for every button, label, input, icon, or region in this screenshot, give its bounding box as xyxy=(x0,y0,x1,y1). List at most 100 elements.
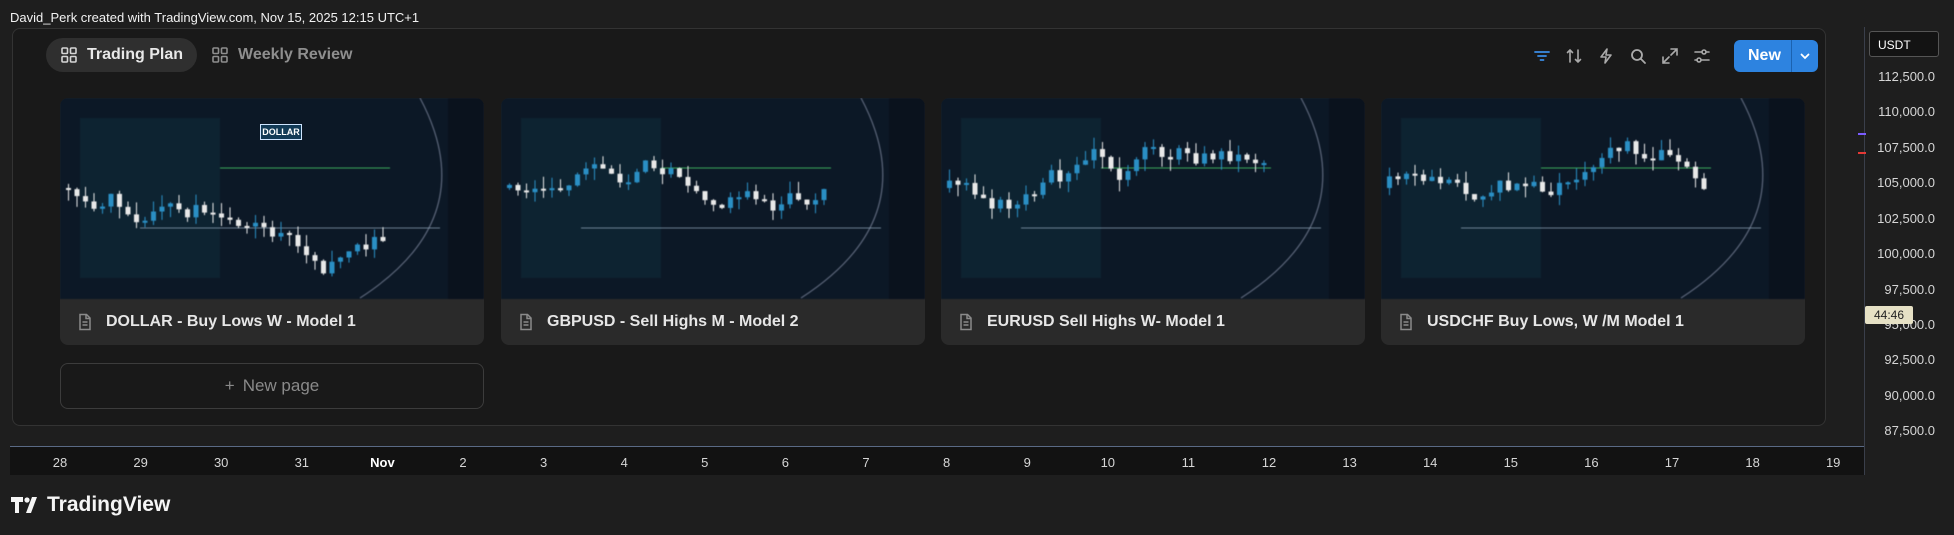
candle-body xyxy=(998,199,1003,209)
candle-body xyxy=(1083,160,1088,165)
candle-body xyxy=(1049,170,1054,183)
candle-body xyxy=(685,176,691,186)
lightning-icon[interactable] xyxy=(1596,46,1616,66)
sort-icon[interactable] xyxy=(1564,46,1584,66)
time-tick-label: 14 xyxy=(1422,455,1438,470)
tab-weekly-review[interactable]: Weekly Review xyxy=(197,38,366,72)
candle-body xyxy=(804,199,810,205)
time-tick-label: Nov xyxy=(370,455,395,470)
tradingview-logo[interactable]: TradingView xyxy=(11,493,170,517)
new-button[interactable]: New xyxy=(1734,40,1818,72)
new-button-label[interactable]: New xyxy=(1734,40,1791,72)
thumbnail-price-scale xyxy=(889,98,925,299)
candle-body xyxy=(566,185,572,191)
search-icon[interactable] xyxy=(1628,46,1648,66)
candle-body xyxy=(108,193,114,207)
time-tick-label: 30 xyxy=(213,455,229,470)
gallery-card[interactable]: DOLLAR DOLLAR - Buy Lows W - Model 1 xyxy=(60,98,484,345)
candle-body xyxy=(304,246,309,256)
candle-body xyxy=(1074,164,1080,174)
candle-body xyxy=(1599,157,1605,168)
candle-body xyxy=(651,160,657,169)
candle-body xyxy=(159,206,165,212)
filter-icon[interactable] xyxy=(1532,46,1552,66)
candle-body xyxy=(372,236,377,250)
time-tick-label: 12 xyxy=(1261,455,1277,470)
candle-body xyxy=(1142,147,1148,160)
thumbnail-zone xyxy=(1401,118,1541,278)
candle-body xyxy=(1117,168,1122,180)
candle-body xyxy=(1701,178,1707,190)
candle-body xyxy=(626,182,631,185)
candle-body xyxy=(295,234,301,247)
candle-body xyxy=(643,160,648,172)
candle-body xyxy=(1676,155,1681,162)
price-label: 107,500.0 xyxy=(1877,140,1935,155)
time-tick-label: 9 xyxy=(1023,455,1031,470)
expand-icon[interactable] xyxy=(1660,46,1680,66)
candle-body xyxy=(762,199,767,202)
view-tabs: Trading Plan Weekly Review xyxy=(46,38,366,72)
candle-body xyxy=(1412,173,1418,176)
candle-body xyxy=(1463,182,1469,195)
new-dropdown[interactable] xyxy=(1790,40,1818,72)
candle-body xyxy=(1057,170,1063,182)
candle-body xyxy=(134,214,139,223)
candle-body xyxy=(117,193,122,207)
candle-body xyxy=(261,222,267,228)
candle-body xyxy=(151,211,156,221)
candle-body xyxy=(787,193,793,205)
gallery-card[interactable]: EURUSD Sell Highs W- Model 1 xyxy=(941,98,1365,345)
candle-body xyxy=(1667,150,1673,156)
candle-body xyxy=(1100,149,1105,157)
candle-body xyxy=(1387,176,1392,188)
candle-body xyxy=(1404,173,1409,180)
candle-body xyxy=(236,219,241,226)
candle-body xyxy=(1006,199,1012,209)
candle-body xyxy=(1625,141,1630,152)
candle-body xyxy=(1108,156,1114,169)
price-axis[interactable]: 112,500.0 110,000.0 107,500.0 105,000.0 … xyxy=(1865,27,1945,447)
candle-body xyxy=(1582,172,1588,180)
time-tick-label: 17 xyxy=(1664,455,1680,470)
thumbnail-price-scale xyxy=(1769,98,1805,299)
candle-body xyxy=(1185,148,1190,154)
candle-body xyxy=(1497,180,1503,193)
candle-body xyxy=(176,203,182,210)
candle-body xyxy=(202,204,207,213)
candle-body xyxy=(355,244,360,252)
candle-body xyxy=(219,213,224,218)
candle-body xyxy=(1659,150,1664,161)
candle-body xyxy=(1151,147,1156,150)
settings-sliders-icon[interactable] xyxy=(1692,46,1712,66)
time-tick-label: 29 xyxy=(133,455,148,470)
card-title-text: GBPUSD - Sell Highs M - Model 2 xyxy=(547,313,799,330)
candle-body xyxy=(736,197,742,200)
time-tick-label: 8 xyxy=(942,455,951,470)
candle-body xyxy=(1616,147,1622,152)
time-tick-label: 6 xyxy=(781,455,790,470)
candle-body xyxy=(1168,156,1173,160)
candle-body xyxy=(1015,204,1020,209)
new-page-button[interactable]: + New page xyxy=(60,363,484,409)
time-axis[interactable]: 28 29 30 31 Nov 2 3 4 5 6 7 8 9 10 11 12 13 14 15 16 17 18 19 xyxy=(10,446,1864,475)
candle-body xyxy=(1421,174,1426,181)
card-title-text: EURUSD Sell Highs W- Model 1 xyxy=(987,313,1225,330)
tab-trading-plan[interactable]: Trading Plan xyxy=(46,38,198,72)
candle-body xyxy=(947,180,952,188)
price-marker xyxy=(1858,152,1866,154)
price-label: 87,500.0 xyxy=(1884,423,1935,438)
candle-body xyxy=(728,197,733,208)
plus-icon: + xyxy=(224,376,235,395)
candle-body xyxy=(66,188,71,190)
candle-body xyxy=(312,255,318,261)
candle-body xyxy=(677,168,682,177)
candle-body xyxy=(1253,159,1258,164)
card-title-text: USDCHF Buy Lows, W /M Model 1 xyxy=(1427,313,1684,330)
gallery-card[interactable]: GBPUSD - Sell Highs M - Model 2 xyxy=(501,98,925,345)
gallery-card[interactable]: USDCHF Buy Lows, W /M Model 1 xyxy=(1381,98,1805,345)
card-title: USDCHF Buy Lows, W /M Model 1 xyxy=(1381,299,1805,345)
candle-body xyxy=(1693,166,1698,179)
candle-body xyxy=(1227,151,1233,162)
candle-body xyxy=(1193,153,1199,164)
